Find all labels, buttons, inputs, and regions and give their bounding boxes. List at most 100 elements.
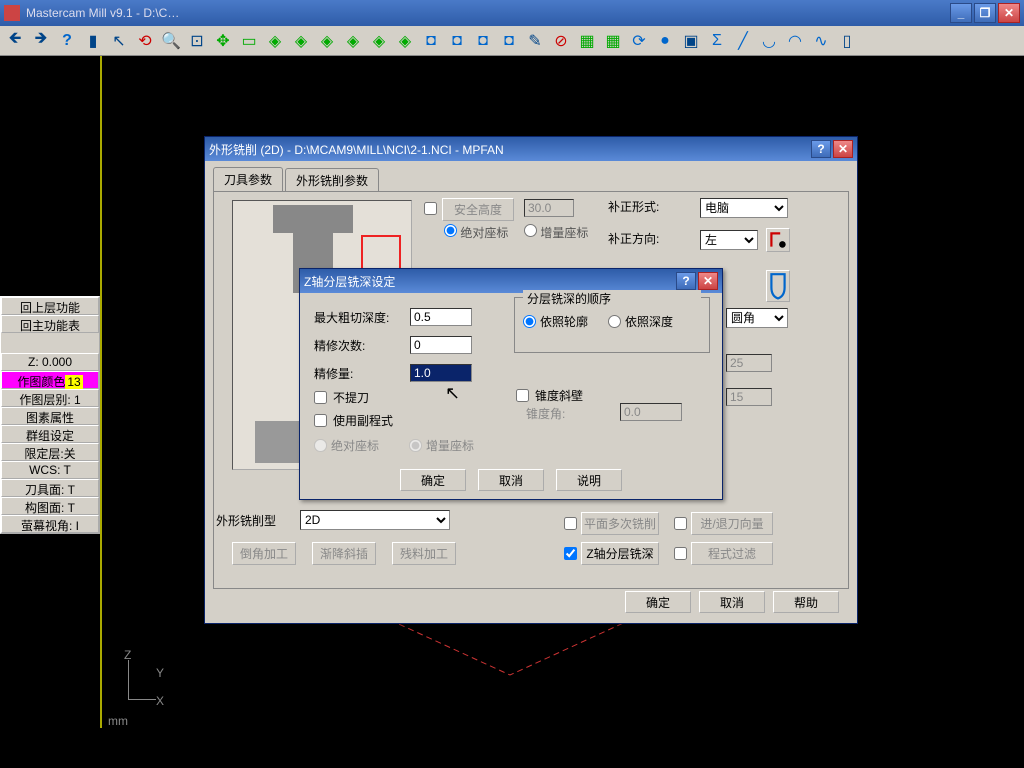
finish-n-label: 精修次数: [314, 337, 410, 354]
dialog-help-button[interactable]: ? [811, 140, 831, 158]
remach-button[interactable]: 残料加工 [392, 542, 456, 565]
abs2-radio: 绝对座标 [314, 437, 379, 454]
by-depth-radio[interactable]: 依照深度 [608, 313, 673, 330]
zdepth-cancel-button[interactable]: 取消 [478, 469, 544, 491]
contour-type-select[interactable]: 2D [300, 510, 450, 530]
arc2-icon[interactable]: ◠ [782, 28, 808, 54]
grid1-icon[interactable]: ▦ [574, 28, 600, 54]
taper-check[interactable] [516, 389, 529, 402]
minimize-button[interactable]: _ [950, 3, 972, 23]
finish-n-input[interactable] [410, 336, 472, 354]
redo-icon[interactable]: ⟳ [626, 28, 652, 54]
inc2-radio: 增量座标 [409, 437, 474, 454]
comp-dir-select[interactable]: 左 [700, 230, 758, 250]
tip-icon[interactable] [766, 270, 790, 302]
sidebar-gview[interactable]: 萤幕视角: I [1, 515, 99, 533]
zdepth-check[interactable] [564, 547, 577, 560]
finish-amt-input[interactable]: 1.0 [410, 364, 472, 382]
iso2-icon[interactable]: ◈ [288, 28, 314, 54]
contour-dialog-title[interactable]: 外形铣削 (2D) - D:\MCAM9\MILL\NCI\2-1.NCI - … [205, 137, 857, 161]
iso6-icon[interactable]: ◈ [392, 28, 418, 54]
no-retract-check[interactable] [314, 391, 327, 404]
zoomfit-icon[interactable]: ⊡ [184, 28, 210, 54]
comp-mode-select[interactable]: 电脑 [700, 198, 788, 218]
move-icon[interactable]: ✥ [210, 28, 236, 54]
tab-tool-params[interactable]: 刀具参数 [213, 167, 283, 191]
wave-icon[interactable]: ∿ [808, 28, 834, 54]
grid2-icon[interactable]: ▦ [600, 28, 626, 54]
nav-fwd-icon[interactable]: 🡺 [28, 28, 54, 54]
safe-height-button[interactable]: 安全高度 [442, 198, 514, 221]
tab-contour-params[interactable]: 外形铣削参数 [285, 168, 379, 192]
zdepth-close-button[interactable]: ✕ [698, 272, 718, 290]
sidebar-color[interactable]: 作图颜色13 [1, 371, 99, 389]
iso1-icon[interactable]: ◈ [262, 28, 288, 54]
by-contour-radio[interactable]: 依照轮廓 [523, 313, 588, 330]
ramp-button[interactable]: 渐降斜插 [312, 542, 376, 565]
filter-check[interactable] [674, 547, 687, 560]
subprog-check[interactable] [314, 414, 327, 427]
cube4-icon[interactable]: ◘ [496, 28, 522, 54]
leadio-check[interactable] [674, 517, 687, 530]
cube3-icon[interactable]: ◘ [470, 28, 496, 54]
maximize-button[interactable]: ❐ [974, 3, 996, 23]
zdepth-explain-button[interactable]: 说明 [556, 469, 622, 491]
rect-icon[interactable]: ▭ [236, 28, 262, 54]
corner-select[interactable]: 圆角 [726, 308, 788, 328]
undo-icon[interactable]: ⟲ [132, 28, 158, 54]
chamfer-button[interactable]: 倒角加工 [232, 542, 296, 565]
safe-height-check[interactable] [424, 202, 437, 215]
inc-radio[interactable] [524, 224, 537, 237]
zdepth-ok-button[interactable]: 确定 [400, 469, 466, 491]
sidebar-main[interactable]: 回主功能表 [1, 315, 99, 333]
help-icon[interactable]: ? [54, 28, 80, 54]
sigma-icon[interactable]: Σ [704, 28, 730, 54]
iso3-icon[interactable]: ◈ [314, 28, 340, 54]
sidebar-group[interactable]: 群组设定 [1, 425, 99, 443]
sidebar-tplane[interactable]: 刀具面: T [1, 479, 99, 497]
comp-dir-label: 补正方向: [608, 230, 659, 247]
sidebar-up[interactable]: 回上层功能 [1, 297, 99, 315]
safe-height-input: 30.0 [524, 199, 574, 217]
tool-icon[interactable]: ▯ [834, 28, 860, 54]
pencil-icon[interactable]: ✎ [522, 28, 548, 54]
parent-ok-button[interactable]: 确定 [625, 591, 691, 613]
taper-ang-input [620, 403, 682, 421]
max-rough-label: 最大粗切深度: [314, 309, 410, 326]
cube2-icon[interactable]: ◘ [444, 28, 470, 54]
sphere-icon[interactable]: ● [652, 28, 678, 54]
file-icon[interactable]: ▮ [80, 28, 106, 54]
pick-icon[interactable]: ↖ [106, 28, 132, 54]
max-rough-input[interactable] [410, 308, 472, 326]
iso5-icon[interactable]: ◈ [366, 28, 392, 54]
dialog-close-button[interactable]: ✕ [833, 140, 853, 158]
stop-icon[interactable]: ⊘ [548, 28, 574, 54]
iso4-icon[interactable]: ◈ [340, 28, 366, 54]
sidebar-attr[interactable]: 图素属性 [1, 407, 99, 425]
zdepth-dialog: Z轴分层铣深设定 ? ✕ 最大粗切深度: 精修次数: 精修量:1.0 分层铣深的… [299, 268, 723, 500]
line-icon[interactable]: ╱ [730, 28, 756, 54]
abs-radio[interactable] [444, 224, 457, 237]
parent-cancel-button[interactable]: 取消 [699, 591, 765, 613]
parent-help-button[interactable]: 帮助 [773, 591, 839, 613]
folder-icon[interactable]: ▣ [678, 28, 704, 54]
zdepth-help-button[interactable]: ? [676, 272, 696, 290]
app-title: Mastercam Mill v9.1 - D:\C… [26, 6, 179, 20]
multipass-check[interactable] [564, 517, 577, 530]
zoom-icon[interactable]: 🔍 [158, 28, 184, 54]
titlebar: Mastercam Mill v9.1 - D:\C… _ ❐ ✕ [0, 0, 1024, 26]
order-fieldset: 分层铣深的顺序 依照轮廓 依照深度 [514, 297, 710, 353]
sidebar-layer[interactable]: 作图层别: 1 [1, 389, 99, 407]
taper-ang-label: 锥度角: [526, 405, 565, 422]
dir-icon[interactable] [766, 228, 790, 252]
sidebar-cplane[interactable]: 构图面: T [1, 497, 99, 515]
sidebar-wcs[interactable]: WCS: T [1, 461, 99, 479]
arc-icon[interactable]: ◡ [756, 28, 782, 54]
cube1-icon[interactable]: ◘ [418, 28, 444, 54]
nav-back-icon[interactable]: 🡸 [2, 28, 28, 54]
finish-amt-label: 精修量: [314, 365, 410, 382]
sidebar-mask[interactable]: 限定层:关 [1, 443, 99, 461]
sidebar-z[interactable]: Z: 0.000 [1, 353, 99, 371]
axis-indicator: ZYX [120, 648, 180, 708]
close-button[interactable]: ✕ [998, 3, 1020, 23]
